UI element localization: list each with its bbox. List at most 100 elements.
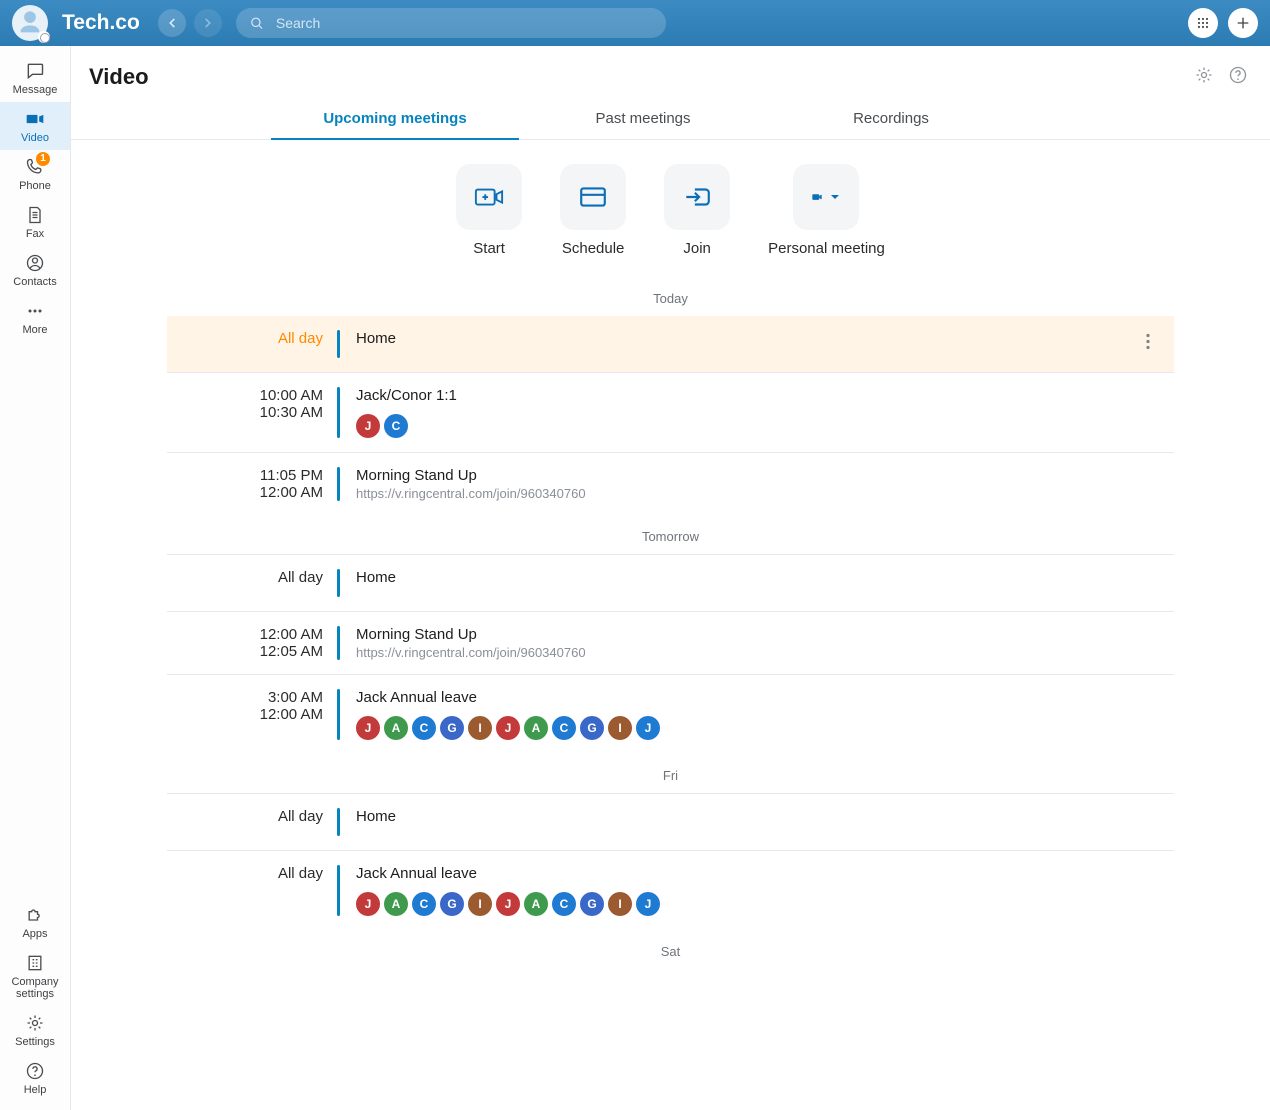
meeting-time: 3:00 AM12:00 AM [167,689,337,723]
meeting-accent-bar [337,689,340,740]
attendee-chip: I [608,716,632,740]
message-icon [25,61,45,81]
sidebar-item-video[interactable]: Video [0,102,70,150]
meeting-accent-bar [337,626,340,660]
search-box[interactable] [236,8,666,38]
attendee-chip: A [384,892,408,916]
day-label: Today [71,277,1270,316]
meeting-title: Jack/Conor 1:1 [356,387,1154,404]
sidebar-item-help[interactable]: Help [0,1054,70,1102]
sidebar-item-label: More [22,324,47,336]
meeting-time: All day [167,330,337,347]
attendee-chips: JACGIJACGIJ [356,716,1154,740]
attendee-chip: J [356,892,380,916]
attendee-chip: A [384,716,408,740]
sidebar-item-label: Video [21,132,49,144]
attendee-chip: J [356,716,380,740]
meeting-row[interactable]: All dayHome [167,793,1174,850]
sidebar-item-apps[interactable]: Apps [0,898,70,946]
status-indicator [38,31,50,43]
main-content: Video Upcoming meetings Past meetings Re… [71,46,1270,1110]
action-start[interactable]: Start [456,164,522,257]
meeting-time: 10:00 AM10:30 AM [167,387,337,421]
help-icon [25,1061,45,1081]
attendee-chip: J [636,892,660,916]
attendee-chip: G [580,892,604,916]
sidebar-item-phone[interactable]: 1 Phone [0,150,70,198]
puzzle-icon [25,905,45,925]
meeting-row[interactable]: 10:00 AM10:30 AMJack/Conor 1:1JC [167,372,1174,452]
nav-back-button[interactable] [158,9,186,37]
meeting-row[interactable]: 11:05 PM12:00 AMMorning Stand Uphttps://… [167,452,1174,515]
dialpad-icon [1195,15,1211,31]
top-bar: Tech.co [0,0,1270,46]
sidebar-item-label: Settings [15,1036,55,1048]
attendee-chip: J [356,414,380,438]
profile-avatar[interactable] [12,5,48,41]
search-input[interactable] [274,14,652,32]
meeting-row[interactable]: All dayJack Annual leaveJACGIJACGIJ [167,850,1174,930]
dialpad-button[interactable] [1188,8,1218,38]
new-button[interactable] [1228,8,1258,38]
action-label: Start [473,240,505,257]
meeting-time: All day [167,865,337,882]
sidebar-item-message[interactable]: Message [0,54,70,102]
attendee-chip: C [412,892,436,916]
meeting-title: Morning Stand Up [356,467,1154,484]
attendee-chip: I [468,716,492,740]
meeting-row[interactable]: All dayHome [167,316,1174,372]
meeting-accent-bar [337,808,340,836]
action-label: Schedule [562,240,625,257]
page-title: Video [89,64,149,90]
meeting-time: 12:00 AM12:05 AM [167,626,337,660]
action-label: Personal meeting [768,240,885,257]
meeting-title: Morning Stand Up [356,626,1154,643]
meeting-link: https://v.ringcentral.com/join/960340760 [356,486,1154,501]
attendee-chip: C [412,716,436,740]
attendee-chip: I [608,892,632,916]
sidebar-item-label: Phone [19,180,51,192]
building-icon [25,953,45,973]
sidebar-item-more[interactable]: More [0,294,70,342]
brand-title: Tech.co [62,11,140,35]
tab-upcoming[interactable]: Upcoming meetings [271,100,519,139]
phone-badge: 1 [36,152,50,166]
personal-meeting-icon [812,192,822,202]
meeting-row[interactable]: 3:00 AM12:00 AMJack Annual leaveJACGIJAC… [167,674,1174,754]
sidebar: Message Video 1 Phone Fax Contacts Mo [0,46,71,1110]
meeting-title: Home [356,569,1154,586]
meeting-menu-button[interactable] [1146,334,1150,355]
meeting-time: All day [167,808,337,825]
gear-icon [25,1013,45,1033]
tab-past[interactable]: Past meetings [519,100,767,139]
sidebar-item-settings[interactable]: Settings [0,1006,70,1054]
meeting-row[interactable]: 12:00 AM12:05 AM Morning Stand Up https://… [167,611,1174,674]
sidebar-item-company[interactable]: Company settings [0,946,70,1006]
attendee-chip: C [552,892,576,916]
video-settings-button[interactable] [1194,65,1214,90]
quick-actions: Start Schedule Join Personal meeting [71,140,1270,277]
action-join[interactable]: Join [664,164,730,257]
chevron-right-icon [201,16,215,30]
video-tabs: Upcoming meetings Past meetings Recordin… [71,100,1270,140]
chevron-left-icon [165,16,179,30]
meeting-title: Jack Annual leave [356,865,1154,882]
meeting-link: https://v.ringcentral.com/join/960340760 [356,645,1154,660]
meeting-list: TodayAll dayHome10:00 AM10:30 AMJack/Con… [71,277,1270,999]
action-label: Join [683,240,711,257]
video-help-button[interactable] [1228,65,1248,90]
attendee-chip: G [580,716,604,740]
sidebar-item-label: Company settings [0,976,70,1000]
nav-forward-button[interactable] [194,9,222,37]
meeting-accent-bar [337,467,340,501]
action-personal-meeting[interactable]: Personal meeting [768,164,885,257]
sidebar-item-label: Apps [22,928,47,940]
action-schedule[interactable]: Schedule [560,164,626,257]
sidebar-item-contacts[interactable]: Contacts [0,246,70,294]
sidebar-item-fax[interactable]: Fax [0,198,70,246]
attendee-chip: G [440,716,464,740]
tab-recordings[interactable]: Recordings [767,100,1015,139]
meeting-accent-bar [337,865,340,916]
meeting-row[interactable]: All dayHome [167,554,1174,611]
sidebar-item-label: Contacts [13,276,56,288]
